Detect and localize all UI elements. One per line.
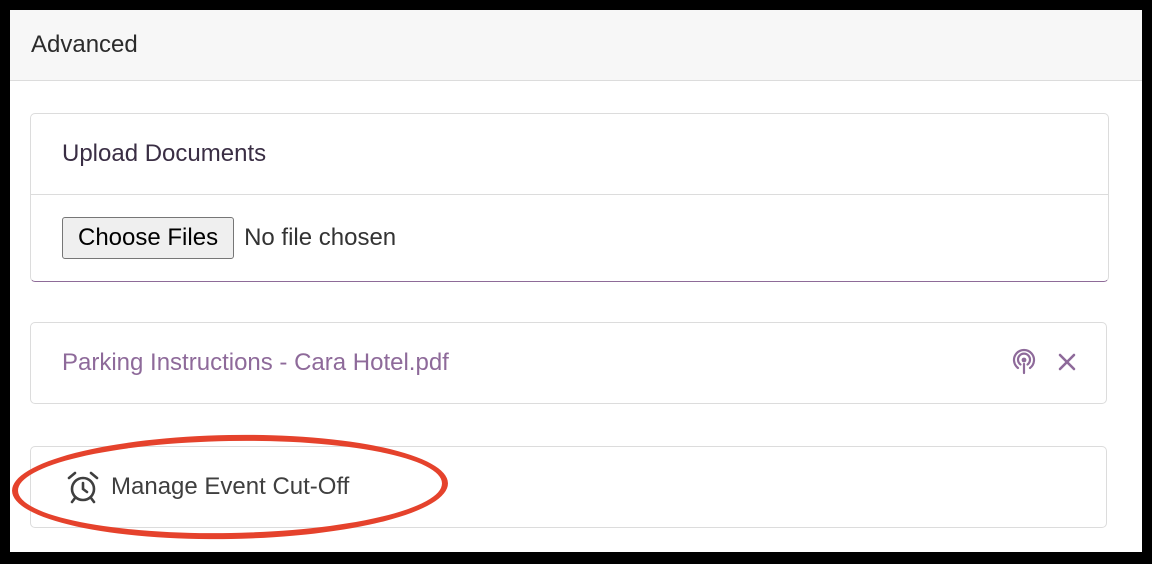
- file-input[interactable]: Choose Files No file chosen: [31, 195, 1108, 281]
- broadcast-icon[interactable]: [1010, 347, 1038, 377]
- cutoff-label: Manage Event Cut-Off: [111, 473, 350, 500]
- file-status-text: No file chosen: [244, 224, 397, 251]
- panel-header: Advanced: [10, 10, 1142, 81]
- upload-documents-card: Upload Documents Choose Files No file ch…: [30, 113, 1109, 282]
- document-item: Parking Instructions - Cara Hotel.pdf: [30, 322, 1107, 404]
- document-actions: [1010, 347, 1078, 377]
- panel-title: Advanced: [31, 31, 138, 58]
- upload-title: Upload Documents: [31, 114, 1108, 195]
- close-icon[interactable]: [1056, 351, 1078, 373]
- choose-files-button[interactable]: Choose Files: [62, 217, 235, 259]
- document-link[interactable]: Parking Instructions - Cara Hotel.pdf: [62, 349, 449, 377]
- advanced-panel: Advanced Upload Documents Choose Files N…: [10, 10, 1142, 552]
- manage-event-cutoff-button[interactable]: Manage Event Cut-Off: [30, 446, 1107, 528]
- alarm-clock-icon: [65, 469, 101, 505]
